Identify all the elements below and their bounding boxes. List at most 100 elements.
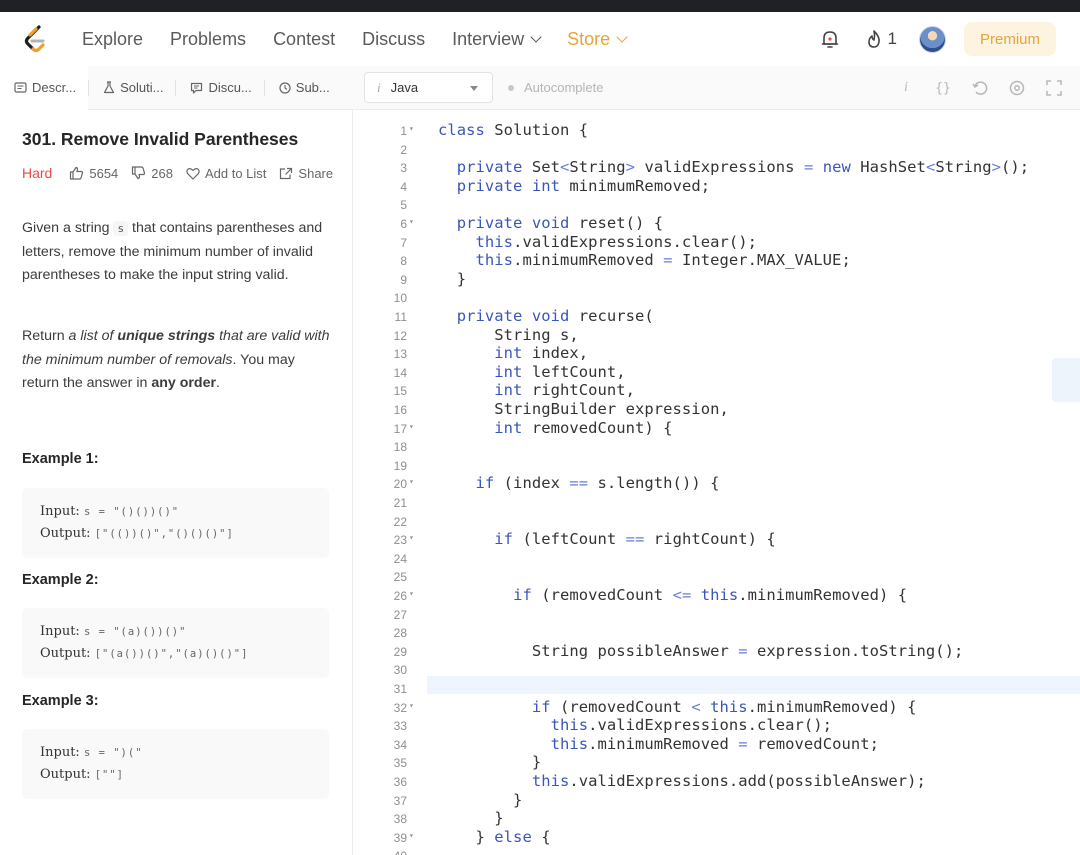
tab-discuss[interactable]: Discu... (176, 66, 263, 110)
add-to-list-button[interactable]: Add to List (186, 166, 266, 181)
code-line[interactable]: 9 } (353, 270, 1080, 289)
code-line[interactable]: 1 ▾ class Solution { (353, 121, 1080, 140)
nav-explore[interactable]: Explore (82, 29, 143, 50)
example-input-label: Input: (40, 624, 80, 639)
fold-arrow-icon[interactable]: ▾ (409, 831, 414, 840)
thumbs-down-icon (132, 166, 146, 180)
editor-toolbar: i Java Autocomplete i {} (353, 66, 1080, 110)
code-line[interactable]: 7 this.validExpressions.clear(); (353, 233, 1080, 252)
code-line[interactable]: 33 this.validExpressions.clear(); (353, 716, 1080, 735)
code-line[interactable]: 28 (353, 623, 1080, 642)
code-line[interactable]: 22 (353, 512, 1080, 531)
code-line[interactable]: 5 (353, 195, 1080, 214)
code-line[interactable]: 27 (353, 605, 1080, 624)
code-token: if (531, 697, 551, 716)
statement-strong-emphasis: unique strings (117, 328, 216, 344)
code-line[interactable]: 12 String s, (353, 326, 1080, 345)
line-number: 20 (393, 477, 407, 492)
code-line[interactable]: 18 (353, 437, 1080, 456)
code-line[interactable]: 10 (353, 288, 1080, 307)
tab-description[interactable]: Descr... (0, 65, 89, 110)
fullscreen-icon[interactable] (1044, 78, 1064, 98)
code-line[interactable]: 6 ▾ private void reset() { (353, 214, 1080, 233)
line-number: 28 (393, 626, 407, 641)
premium-button[interactable]: Premium (964, 22, 1056, 56)
code-token: = (728, 641, 757, 660)
code-line[interactable]: 24 (353, 549, 1080, 568)
code-line[interactable]: 19 (353, 456, 1080, 475)
code-text: } (438, 753, 542, 772)
fold-arrow-icon[interactable]: ▾ (409, 533, 414, 542)
like-button[interactable]: 5654 (69, 166, 118, 181)
language-select[interactable]: i Java (364, 72, 493, 103)
nav-contest[interactable]: Contest (273, 29, 335, 50)
reset-icon[interactable] (970, 78, 990, 98)
avatar[interactable] (919, 25, 946, 53)
code-token: == (625, 530, 645, 549)
code-line[interactable]: 20 ▾ if (index == s.length()) { (353, 474, 1080, 493)
code-text: if (index == s.length()) { (475, 474, 720, 493)
line-number: 33 (393, 719, 407, 734)
leetcode-logo-icon[interactable] (22, 24, 50, 54)
share-button[interactable]: Share (279, 166, 333, 181)
code-line[interactable]: 29 String possibleAnswer = expression.to… (353, 642, 1080, 661)
code-token: int (494, 418, 523, 437)
tab-solution[interactable]: Soluti... (89, 66, 175, 110)
code-line[interactable]: 40 (353, 846, 1080, 855)
code-line[interactable]: 23 ▾ if (leftCount == rightCount) { (353, 530, 1080, 549)
code-line[interactable]: 38 } (353, 809, 1080, 828)
code-line[interactable]: 32 ▾ if (removedCount < this.minimumRemov… (353, 698, 1080, 717)
code-line[interactable]: 26 ▾ if (removedCount <= this.minimumRemo… (353, 586, 1080, 605)
code-line[interactable]: 3 private Set<String> validExpressions =… (353, 158, 1080, 177)
code-token: < (559, 158, 570, 177)
code-editor[interactable]: 1 ▾ class Solution {2 3 private Set<String>… (353, 110, 1080, 855)
line-number: 1 (400, 124, 407, 138)
code-line[interactable]: 4 private int minimumRemoved; (353, 177, 1080, 196)
fold-arrow-icon[interactable]: ▾ (409, 477, 414, 486)
fold-arrow-icon[interactable]: ▾ (409, 217, 414, 226)
line-number: 27 (393, 607, 407, 622)
code-line[interactable]: 25 (353, 567, 1080, 586)
code-token: private (456, 214, 523, 232)
code-line[interactable]: 30 (353, 660, 1080, 679)
braces-icon[interactable]: {} (933, 78, 953, 98)
info-icon[interactable]: i (896, 78, 916, 98)
code-line[interactable]: 21 (353, 493, 1080, 512)
code-token: private (456, 176, 523, 195)
code-line[interactable]: 34 this.minimumRemoved = removedCount; (353, 735, 1080, 754)
notification-bell-icon[interactable] (818, 27, 842, 51)
tab-submissions[interactable]: Sub... (265, 66, 342, 110)
dislike-button[interactable]: 268 (131, 166, 173, 181)
code-line[interactable]: 2 (353, 140, 1080, 159)
code-line[interactable]: 17 ▾ int removedCount) { (353, 419, 1080, 438)
code-line[interactable]: 14 int leftCount, (353, 363, 1080, 382)
streak-counter[interactable]: 1 (866, 29, 897, 49)
nav-discuss[interactable]: Discuss (362, 29, 425, 50)
code-line[interactable]: 36 this.validExpressions.add(possibleAns… (353, 772, 1080, 791)
code-line[interactable]: 39 ▾ } else { (353, 828, 1080, 847)
nav-store[interactable]: Store (567, 29, 628, 50)
code-line[interactable]: 15 int rightCount, (353, 381, 1080, 400)
code-line[interactable]: 8 this.minimumRemoved = Integer.MAX_VALU… (353, 251, 1080, 270)
example-output-value: ["(())()","()()()"] (94, 528, 234, 540)
nav-problems[interactable]: Problems (170, 29, 246, 50)
fold-arrow-icon[interactable]: ▾ (409, 124, 414, 133)
autocomplete-toggle[interactable]: Autocomplete (508, 80, 604, 95)
fold-arrow-icon[interactable]: ▾ (409, 589, 414, 598)
nav-interview[interactable]: Interview (452, 29, 542, 50)
code-line[interactable]: 13 int index, (353, 344, 1080, 363)
fold-arrow-icon[interactable]: ▾ (409, 701, 414, 710)
page-title: 301. Remove Invalid Parentheses (22, 129, 299, 149)
code-line[interactable]: 35 } (353, 753, 1080, 772)
settings-icon[interactable] (1007, 78, 1027, 98)
code-line[interactable]: 11 private void recurse( (353, 307, 1080, 326)
fold-arrow-icon[interactable]: ▾ (409, 422, 414, 431)
code-token: this (710, 697, 748, 716)
line-number: 39 (393, 830, 407, 845)
problem-statement: Given a string s that contains parenthes… (22, 217, 334, 288)
difficulty-badge: Hard (22, 165, 53, 181)
line-number: 3 (400, 161, 407, 176)
code-line[interactable]: 31 (353, 679, 1080, 698)
code-line[interactable]: 37 } (353, 791, 1080, 810)
code-line[interactable]: 16 StringBuilder expression, (353, 400, 1080, 419)
